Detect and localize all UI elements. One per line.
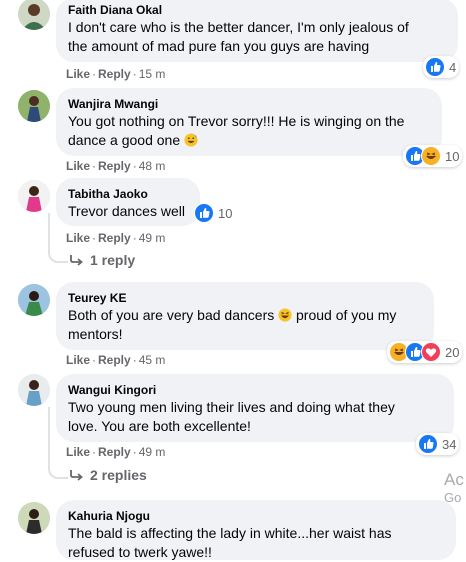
comment-text-line: love. You are both excellente!: [68, 418, 251, 434]
commenter-name[interactable]: Teurey KE: [68, 290, 422, 306]
comment-bubble: Faith Diana Okal I don't care who is the…: [56, 0, 458, 62]
comment-time[interactable]: 15 m: [139, 67, 166, 81]
reply-connector: [48, 247, 68, 263]
reaction-count: 20: [445, 344, 460, 360]
avatar[interactable]: [18, 180, 50, 212]
reaction-summary[interactable]: 20: [387, 341, 463, 363]
comment-time[interactable]: 48 m: [139, 159, 166, 173]
view-replies-link[interactable]: 2 replies: [70, 467, 147, 483]
comment-text-line: dance a good one: [68, 131, 430, 150]
watermark-line: Go: [444, 490, 462, 505]
reaction-count: 10: [445, 148, 460, 164]
reaction-count: 34: [442, 436, 457, 452]
thread-line: [48, 213, 50, 249]
comment-actions: Like · Reply · 45 m: [66, 353, 166, 367]
avatar[interactable]: [18, 284, 50, 316]
reaction-count: 10: [218, 205, 233, 221]
comment-text-line: Two young men living their lives and doi…: [68, 399, 395, 415]
like-link[interactable]: Like: [66, 353, 90, 367]
avatar[interactable]: [18, 0, 50, 30]
like-icon: [194, 203, 214, 223]
comment-time[interactable]: 49 m: [139, 231, 166, 245]
comment-text-line: Both of you are very bad dancers proud o…: [68, 307, 397, 323]
comment-time[interactable]: 45 m: [139, 353, 166, 367]
like-link[interactable]: Like: [66, 67, 90, 81]
laughing-emoji: [278, 308, 292, 322]
comment-text-line: You got nothing on Trevor sorry!!! He is…: [68, 113, 405, 129]
haha-icon: [421, 146, 441, 166]
commenter-name[interactable]: Faith Diana Okal: [68, 2, 446, 18]
like-link[interactable]: Like: [66, 159, 90, 173]
commenter-name[interactable]: Wangui Kingori: [68, 382, 442, 398]
view-replies-link[interactable]: 1 reply: [70, 252, 135, 268]
comment-bubble: Wangui Kingori Two young men living thei…: [56, 374, 454, 442]
reply-link[interactable]: Reply: [98, 159, 131, 173]
reply-arrow-icon: [70, 255, 83, 266]
replies-label[interactable]: 2 replies: [90, 467, 147, 483]
comment-actions: Like · Reply · 15 m: [66, 67, 166, 81]
reply-link[interactable]: Reply: [98, 231, 131, 245]
comment-text-line: I don't care who is the better dancer, I…: [68, 19, 409, 35]
comment-bubble: Wanjira Mwangi You got nothing on Trevor…: [56, 88, 442, 156]
avatar[interactable]: [18, 502, 50, 534]
comment-actions: Like · Reply · 48 m: [66, 159, 166, 173]
love-icon: [421, 342, 441, 362]
comment-text-line: mentors!: [68, 326, 123, 342]
reply-link[interactable]: Reply: [98, 67, 131, 81]
replies-label[interactable]: 1 reply: [90, 252, 135, 268]
comment-text-line: refused to twerk yawe!!: [68, 544, 212, 560]
commenter-name[interactable]: Wanjira Mwangi: [68, 96, 430, 112]
comment-actions: Like · Reply · 49 m: [66, 445, 166, 459]
comment-time[interactable]: 49 m: [139, 445, 166, 459]
comment-bubble: Kahuria Njogu The bald is affecting the …: [56, 500, 456, 560]
comment-text-line: the amount of mad pure fan you guys are …: [68, 38, 370, 54]
comment-text-line: Trevor dances well: [68, 203, 185, 219]
reaction-count: 4: [449, 59, 457, 75]
reply-link[interactable]: Reply: [98, 445, 131, 459]
reply-arrow-icon: [70, 470, 83, 481]
reaction-summary[interactable]: 34: [416, 433, 460, 455]
like-icon: [425, 57, 445, 77]
like-link[interactable]: Like: [66, 231, 90, 245]
like-link[interactable]: Like: [66, 445, 90, 459]
grinning-sweat-emoji: [184, 133, 198, 147]
activation-watermark: Ac Go: [444, 470, 464, 505]
thread-line: [48, 407, 50, 465]
reply-link[interactable]: Reply: [98, 353, 131, 367]
avatar[interactable]: [18, 90, 50, 122]
reaction-summary[interactable]: 4: [423, 56, 460, 78]
reaction-summary[interactable]: 10: [403, 145, 463, 167]
comment-actions: Like · Reply · 49 m: [66, 231, 166, 245]
reaction-summary[interactable]: 10: [194, 203, 232, 223]
commenter-name[interactable]: Kahuria Njogu: [68, 508, 444, 524]
comment-bubble: Teurey KE Both of you are very bad dance…: [56, 282, 434, 350]
watermark-line: Ac: [444, 470, 464, 489]
reply-connector: [48, 463, 68, 479]
comment-text-line: The bald is affecting the lady in white.…: [68, 525, 392, 541]
like-icon: [418, 434, 438, 454]
commenter-name[interactable]: Tabitha Jaoko: [68, 186, 188, 202]
avatar[interactable]: [18, 374, 50, 406]
comment-bubble: Tabitha Jaoko Trevor dances well: [56, 178, 200, 226]
